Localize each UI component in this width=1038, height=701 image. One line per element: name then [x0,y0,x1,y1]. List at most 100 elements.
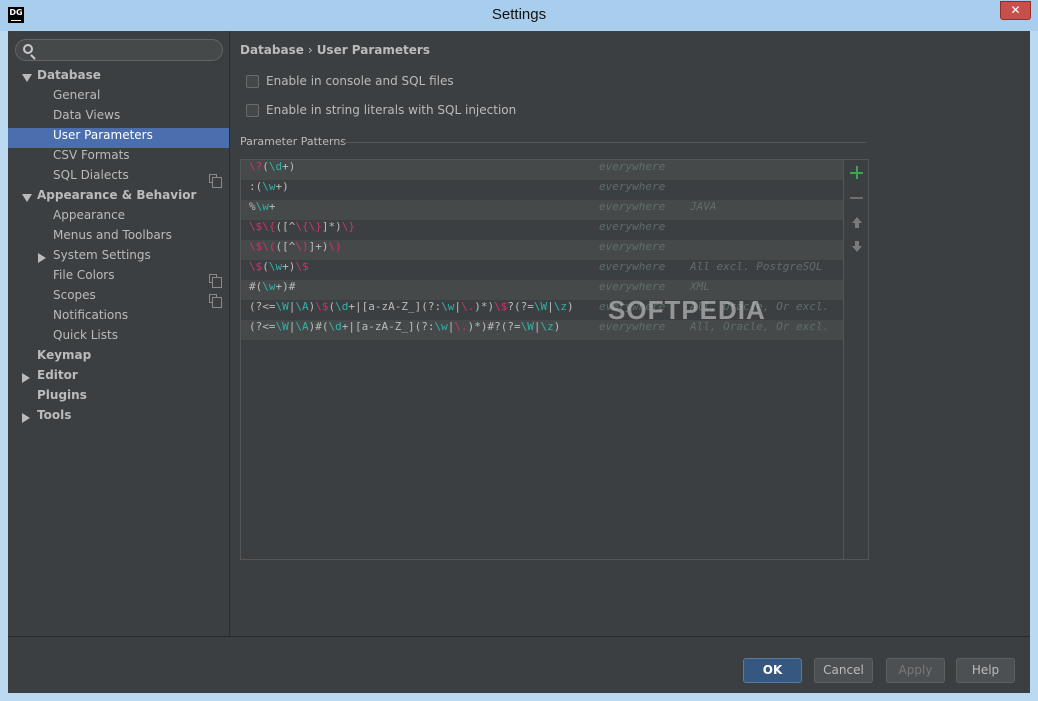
pattern-scope: everywhere [599,200,666,213]
pattern-row[interactable]: \$\{([^\{\}]*)\} everywhere [241,220,843,240]
pattern-text: \$\(([^\)]+)\) [249,240,342,253]
chevron-down-icon[interactable] [22,74,32,82]
sidebar-item-editor[interactable]: Editor [8,368,229,388]
parameter-patterns-title: Parameter Patterns [240,135,347,148]
sidebar-item-label: Data Views [53,108,121,122]
sidebar-item-label: Database [37,68,101,82]
pattern-text: (?<=\W|\A)#(\d+|[a-zA-Z_](?:\w|\.)*)#?(?… [249,320,561,333]
plus-icon[interactable] [850,166,864,180]
settings-tree: Database General Data Views User Parameters… [8,68,229,428]
search-box[interactable] [15,39,223,61]
pattern-scope: everywhere [599,180,666,193]
sidebar-item-keymap[interactable]: Keymap [8,348,229,368]
help-button[interactable]: Help [956,658,1015,683]
window-title: Settings [491,6,547,23]
copy-icon [209,274,222,288]
sidebar-item-notifications[interactable]: Notifications [8,308,229,328]
search-input[interactable] [38,42,218,58]
sidebar-item-tools[interactable]: Tools [8,408,229,428]
sidebar-item-sql-dialects[interactable]: SQL Dialects [8,168,229,188]
sidebar-item-label: Keymap [37,348,92,362]
chevron-right-icon[interactable] [38,253,46,263]
sidebar-item-label: Quick Lists [53,328,118,342]
sidebar-item-label: Notifications [53,308,129,322]
ok-button[interactable]: OK [743,658,802,683]
search-icon [23,44,33,54]
sidebar-item-label: Tools [37,408,72,422]
sidebar-item-system-settings[interactable]: System Settings [8,248,229,268]
pattern-scope: everywhere [599,280,666,293]
settings-dialog: Database General Data Views User Parameters… [8,31,1030,693]
settings-sidebar: Database General Data Views User Parameters… [8,31,230,636]
sidebar-item-csv-formats[interactable]: CSV Formats [8,148,229,168]
title-bar: DG Settings ✕ [0,0,1038,31]
breadcrumb-current: User Parameters [316,43,430,57]
string-literals-checkbox[interactable] [246,104,259,117]
pattern-dialect: JAVA [690,200,717,213]
copy-icon [209,174,222,188]
pattern-text: \?(\d+) [249,160,296,173]
sidebar-item-scopes[interactable]: Scopes [8,288,229,308]
pattern-text: %\w+ [249,200,276,213]
pattern-row[interactable]: :(\w+) everywhere [241,180,843,200]
chevron-right-icon[interactable] [22,413,30,423]
breadcrumb-parent: Database [240,43,304,57]
sidebar-item-label: User Parameters [53,128,153,142]
sidebar-item-quick-lists[interactable]: Quick Lists [8,328,229,348]
pattern-scope: everywhere [599,260,666,273]
sidebar-item-label: CSV Formats [53,148,130,162]
sidebar-item-label: Scopes [53,288,96,302]
sidebar-item-user-parameters[interactable]: User Parameters [8,128,229,148]
cancel-button[interactable]: Cancel [814,658,873,683]
dialog-button-bar: OK Cancel Apply Help [8,636,1030,693]
parameter-patterns-table: \?(\d+) everywhere:(\w+) everywhere %\w+ eve… [240,159,869,560]
close-window-button[interactable]: ✕ [1000,1,1031,20]
console-sql-label[interactable]: Enable in console and SQL files [266,74,454,88]
sidebar-item-general[interactable]: General [8,88,229,108]
pattern-dialect: All excl. PostgreSQL [690,260,823,273]
sidebar-item-label: Editor [37,368,78,382]
sidebar-item-plugins[interactable]: Plugins [8,388,229,408]
sidebar-item-database[interactable]: Database [8,68,229,88]
console-sql-checkbox[interactable] [246,75,259,88]
patterns-toolbar [843,160,868,559]
breadcrumb-separator: › [307,43,313,57]
sidebar-item-label: Appearance & Behavior [37,188,197,202]
sidebar-item-label: Appearance [53,208,126,222]
sidebar-item-appearance-behavior[interactable]: Appearance & Behavior [8,188,229,208]
group-divider [344,142,866,143]
sidebar-item-label: File Colors [53,268,115,282]
apply-button[interactable]: Apply [886,658,945,683]
sidebar-item-label: General [53,88,101,102]
sidebar-item-label: SQL Dialects [53,168,129,182]
pattern-text: \$(\w+)\$ [249,260,309,273]
copy-icon [209,294,222,308]
softpedia-watermark: SOFTPEDIA [608,295,766,325]
arrow-down-icon[interactable] [850,240,864,254]
pattern-scope: everywhere [599,220,666,233]
minus-icon[interactable] [850,191,864,205]
pattern-dialect: XML [690,280,710,293]
pattern-text: \$\{([^\{\}]*)\} [249,220,355,233]
pattern-text: #(\w+)# [249,280,296,293]
breadcrumb: Database › User Parameters [240,43,430,57]
sidebar-item-label: Menus and Toolbars [53,228,172,242]
pattern-text: (?<=\W|\A)\$(\d+|[a-zA-Z_](?:\w|\.)*)\$?… [249,300,574,313]
pattern-scope: everywhere [599,240,666,253]
pattern-row[interactable]: \?(\d+) everywhere [241,160,843,180]
sidebar-item-label: Plugins [37,388,87,402]
arrow-up-icon[interactable] [850,216,864,230]
string-literals-label[interactable]: Enable in string literals with SQL injec… [266,103,516,117]
sidebar-item-data-views[interactable]: Data Views [8,108,229,128]
sidebar-item-appearance[interactable]: Appearance [8,208,229,228]
pattern-row[interactable]: %\w+ everywhere JAVA [241,200,843,220]
sidebar-item-menus-and-toolbars[interactable]: Menus and Toolbars [8,228,229,248]
user-parameters-panel: Database › User Parameters Enable in conso… [240,31,1030,636]
pattern-scope: everywhere [599,160,666,173]
pattern-row[interactable]: \$\(([^\)]+)\) everywhere [241,240,843,260]
pattern-row[interactable]: \$(\w+)\$ everywhere All excl. PostgreSQL [241,260,843,280]
sidebar-item-label: System Settings [53,248,151,262]
chevron-down-icon[interactable] [22,194,32,202]
sidebar-item-file-colors[interactable]: File Colors [8,268,229,288]
chevron-right-icon[interactable] [22,373,30,383]
